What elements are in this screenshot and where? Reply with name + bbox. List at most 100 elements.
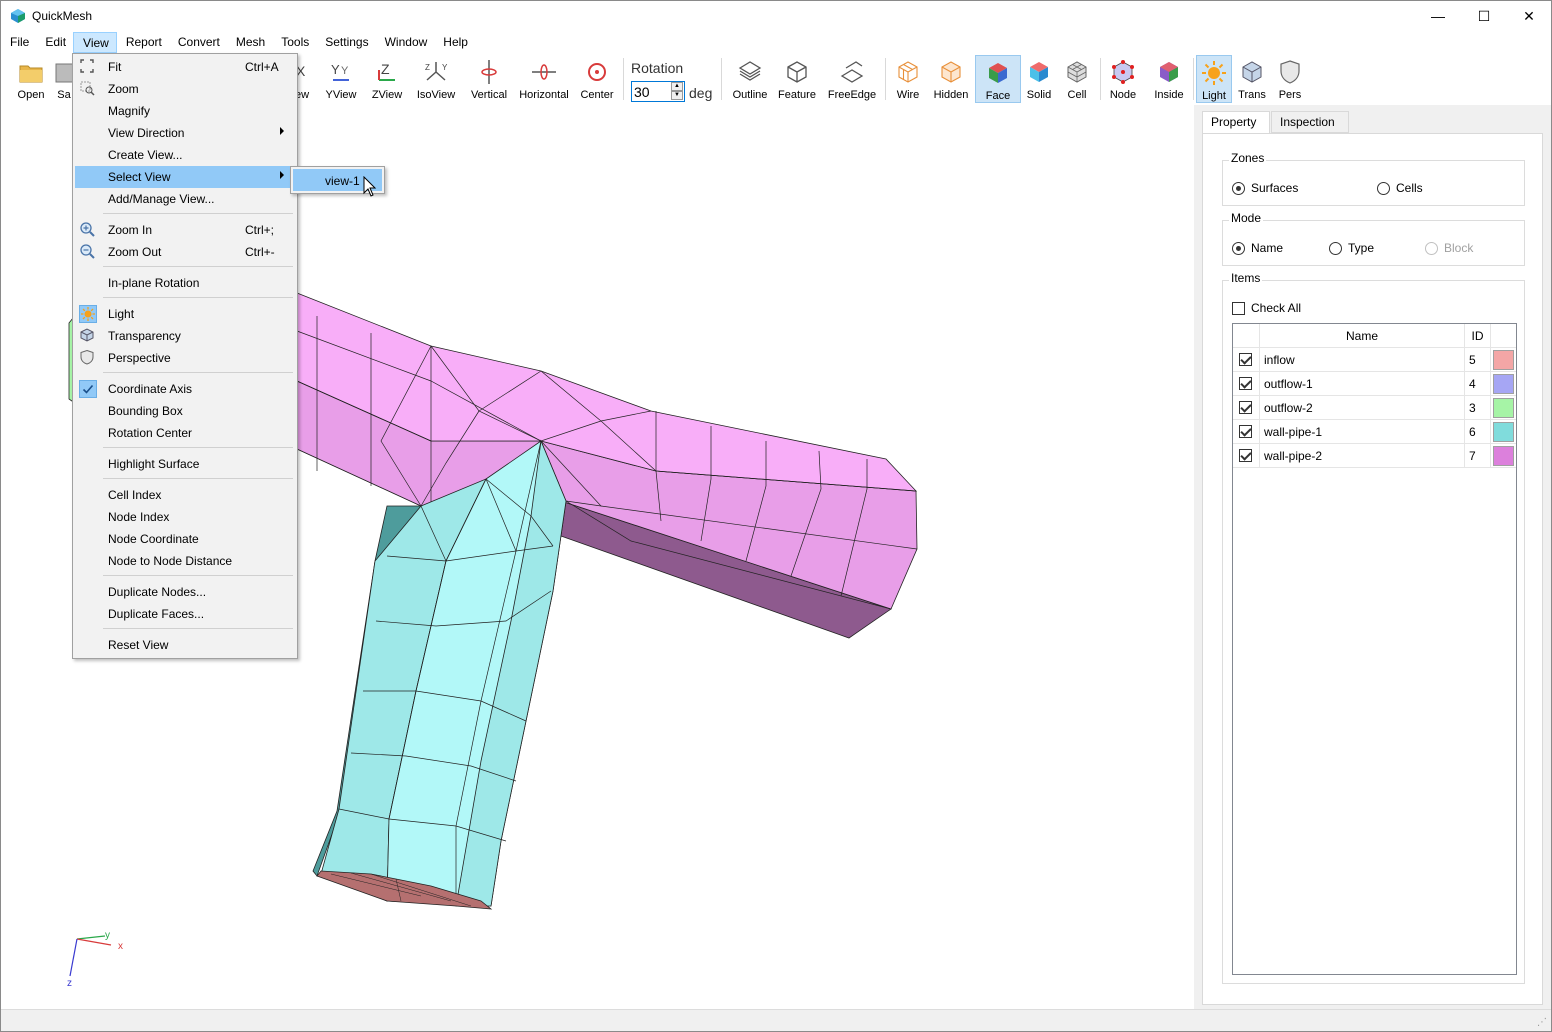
menu-item-transparency[interactable]: Transparency bbox=[75, 325, 295, 347]
row-color-swatch[interactable] bbox=[1493, 374, 1514, 394]
menu-edit[interactable]: Edit bbox=[36, 32, 73, 53]
row-checkbox-cell[interactable] bbox=[1233, 348, 1260, 372]
row-checkbox-cell[interactable] bbox=[1233, 420, 1260, 444]
table-row[interactable]: outflow-2 3 bbox=[1233, 396, 1516, 420]
wire-button[interactable]: Wire bbox=[891, 55, 925, 103]
menu-item-cell-index[interactable]: Cell Index bbox=[75, 484, 295, 506]
menu-item-node-to-node-distance[interactable]: Node to Node Distance bbox=[75, 550, 295, 572]
resize-grip-icon[interactable]: ⋰ bbox=[1537, 1017, 1547, 1028]
feature-edge-icon bbox=[787, 61, 807, 83]
row-color-swatch[interactable] bbox=[1493, 398, 1514, 418]
face-button[interactable]: Face bbox=[975, 55, 1021, 103]
surfaces-radio[interactable]: Surfaces bbox=[1232, 181, 1298, 195]
name-radio[interactable]: Name bbox=[1232, 241, 1283, 255]
pers-button[interactable]: Pers bbox=[1273, 55, 1307, 103]
row-checkbox[interactable] bbox=[1239, 401, 1252, 414]
menu-tools[interactable]: Tools bbox=[272, 32, 316, 53]
zview-button[interactable]: Z ZView bbox=[367, 55, 407, 103]
menu-convert[interactable]: Convert bbox=[169, 32, 227, 53]
rotation-spinbox[interactable]: ▲ ▼ bbox=[631, 81, 685, 102]
menu-item-zoom[interactable]: Zoom bbox=[75, 78, 295, 100]
row-color-swatch[interactable] bbox=[1493, 446, 1514, 466]
menu-report[interactable]: Report bbox=[117, 32, 169, 53]
tab-property[interactable]: Property bbox=[1202, 111, 1270, 134]
hidden-button[interactable]: Hidden bbox=[931, 55, 971, 103]
center-button[interactable]: Center bbox=[577, 55, 617, 103]
menu-item-duplicate-nodes[interactable]: Duplicate Nodes... bbox=[75, 581, 295, 603]
spin-down-button[interactable]: ▼ bbox=[671, 91, 683, 100]
feature-button[interactable]: Feature bbox=[775, 55, 819, 103]
menu-item-view-direction[interactable]: View Direction bbox=[75, 122, 295, 144]
menu-item-in-plane-rotation[interactable]: In-plane Rotation bbox=[75, 272, 295, 294]
menu-item-add-manage-view[interactable]: Add/Manage View... bbox=[75, 188, 295, 210]
menu-item-fit[interactable]: Fit Ctrl+A bbox=[75, 56, 295, 78]
header-id[interactable]: ID bbox=[1465, 324, 1491, 348]
spin-up-button[interactable]: ▲ bbox=[671, 82, 683, 91]
row-checkbox-cell[interactable] bbox=[1233, 372, 1260, 396]
menu-item-node-index[interactable]: Node Index bbox=[75, 506, 295, 528]
tab-inspection[interactable]: Inspection bbox=[1271, 111, 1349, 133]
row-checkbox-cell[interactable] bbox=[1233, 444, 1260, 468]
menu-item-coordinate-axis[interactable]: Coordinate Axis bbox=[75, 378, 295, 400]
row-checkbox[interactable] bbox=[1239, 449, 1252, 462]
axis-z-label: z bbox=[67, 978, 72, 989]
check-all-checkbox[interactable]: Check All bbox=[1232, 301, 1301, 315]
row-color-swatch[interactable] bbox=[1493, 422, 1514, 442]
app-logo-icon bbox=[11, 9, 25, 23]
solid-button[interactable]: Solid bbox=[1023, 55, 1055, 103]
menu-help[interactable]: Help bbox=[434, 32, 475, 53]
light-button[interactable]: Light bbox=[1196, 55, 1232, 103]
menu-item-duplicate-faces[interactable]: Duplicate Faces... bbox=[75, 603, 295, 625]
menu-item-perspective[interactable]: Perspective bbox=[75, 347, 295, 369]
vertical-button[interactable]: Vertical bbox=[466, 55, 512, 103]
minimize-button[interactable]: — bbox=[1415, 1, 1461, 31]
row-checkbox-cell[interactable] bbox=[1233, 396, 1260, 420]
table-row[interactable]: wall-pipe-2 7 bbox=[1233, 444, 1516, 468]
row-checkbox[interactable] bbox=[1239, 425, 1252, 438]
table-row[interactable]: outflow-1 4 bbox=[1233, 372, 1516, 396]
row-id: 6 bbox=[1465, 420, 1491, 444]
menu-item-highlight-surface[interactable]: Highlight Surface bbox=[75, 453, 295, 475]
menu-item-shortcut: Ctrl+A bbox=[245, 60, 279, 74]
header-name[interactable]: Name bbox=[1260, 324, 1465, 348]
menu-item-label: Zoom In bbox=[108, 223, 153, 237]
trans-button[interactable]: Trans bbox=[1235, 55, 1269, 103]
row-checkbox[interactable] bbox=[1239, 377, 1252, 390]
menu-file[interactable]: File bbox=[1, 32, 36, 53]
menu-mesh[interactable]: Mesh bbox=[227, 32, 272, 53]
maximize-button[interactable]: ☐ bbox=[1461, 1, 1507, 31]
menu-item-zoom-out[interactable]: Zoom Out Ctrl+- bbox=[75, 241, 295, 263]
open-button[interactable]: Open bbox=[11, 55, 51, 103]
isoview-button[interactable]: ZY IsoView bbox=[413, 55, 459, 103]
menu-window[interactable]: Window bbox=[376, 32, 435, 53]
node-button[interactable]: Node bbox=[1105, 55, 1141, 103]
row-color-swatch[interactable] bbox=[1493, 350, 1514, 370]
menu-item-light[interactable]: Light bbox=[75, 303, 295, 325]
menu-item-label: Zoom bbox=[108, 82, 139, 96]
row-name: outflow-1 bbox=[1260, 372, 1465, 396]
menu-item-zoom-in[interactable]: Zoom In Ctrl+; bbox=[75, 219, 295, 241]
rotation-input[interactable] bbox=[634, 83, 670, 100]
menu-item-rotation-center[interactable]: Rotation Center bbox=[75, 422, 295, 444]
inside-button[interactable]: Inside bbox=[1149, 55, 1189, 103]
menu-item-magnify[interactable]: Magnify bbox=[75, 100, 295, 122]
row-checkbox[interactable] bbox=[1239, 353, 1252, 366]
menu-item-node-coordinate[interactable]: Node Coordinate bbox=[75, 528, 295, 550]
horizontal-rotate-icon bbox=[532, 64, 556, 80]
menu-view[interactable]: View bbox=[73, 32, 117, 53]
menu-item-bounding-box[interactable]: Bounding Box bbox=[75, 400, 295, 422]
menu-item-reset-view[interactable]: Reset View bbox=[75, 634, 295, 656]
menu-item-select-view[interactable]: Select View bbox=[75, 166, 295, 188]
table-row[interactable]: inflow 5 bbox=[1233, 348, 1516, 372]
freeedge-button[interactable]: FreeEdge bbox=[825, 55, 879, 103]
outline-button[interactable]: Outline bbox=[729, 55, 771, 103]
type-radio[interactable]: Type bbox=[1329, 241, 1374, 255]
menu-settings[interactable]: Settings bbox=[316, 32, 375, 53]
cells-radio[interactable]: Cells bbox=[1377, 181, 1423, 195]
menu-item-create-view[interactable]: Create View... bbox=[75, 144, 295, 166]
horizontal-button[interactable]: Horizontal bbox=[517, 55, 571, 103]
close-button[interactable]: ✕ bbox=[1506, 1, 1552, 31]
table-row[interactable]: wall-pipe-1 6 bbox=[1233, 420, 1516, 444]
cell-button[interactable]: Cell bbox=[1061, 55, 1093, 103]
yview-button[interactable]: YY YView bbox=[321, 55, 361, 103]
